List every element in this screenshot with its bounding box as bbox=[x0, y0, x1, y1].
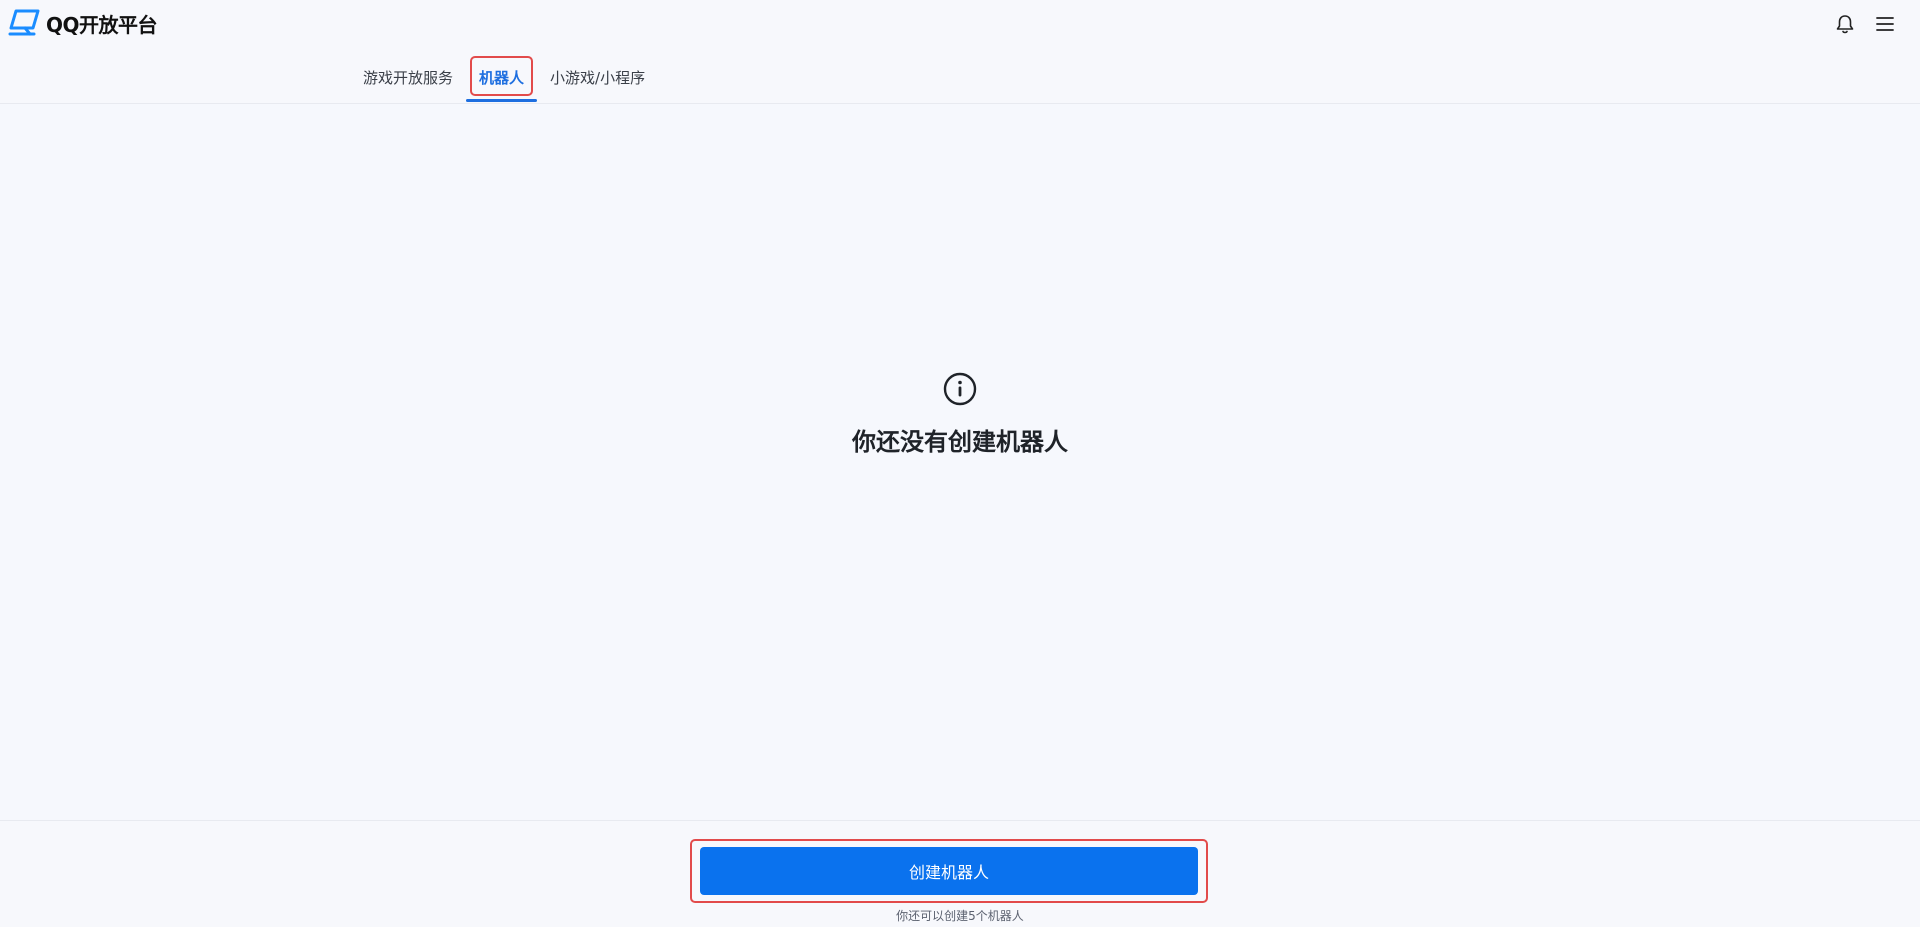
logo-text: QQ开放平台 bbox=[46, 12, 158, 37]
menu-icon-graphic bbox=[1876, 17, 1894, 31]
qq-logo-icon bbox=[8, 9, 40, 36]
empty-state-title: 你还没有创建机器人 bbox=[852, 428, 1068, 456]
main-content: 你还没有创建机器人 bbox=[0, 104, 1920, 820]
bottom-action-bar: 创建机器人 你还可以创建5个机器人 bbox=[0, 820, 1920, 927]
create-button-highlight: 创建机器人 bbox=[690, 839, 1208, 903]
top-header: QQ开放平台 游戏开放服务 机器人 小游戏/小程序 bbox=[0, 0, 1920, 104]
tab-game-open-service[interactable]: 游戏开放服务 bbox=[350, 56, 466, 102]
hamburger-menu-icon[interactable] bbox=[1872, 11, 1898, 37]
bell-icon-graphic bbox=[1836, 15, 1854, 34]
header-actions bbox=[1818, 11, 1898, 37]
tab-robot[interactable]: 机器人 bbox=[466, 56, 538, 102]
info-circle-icon bbox=[943, 372, 977, 406]
main-tabs: 游戏开放服务 机器人 小游戏/小程序 bbox=[350, 56, 658, 102]
highlight-box bbox=[470, 56, 534, 96]
tab-mini-game-mini-program[interactable]: 小游戏/小程序 bbox=[537, 56, 658, 102]
create-robot-button[interactable]: 创建机器人 bbox=[700, 847, 1198, 895]
empty-state: 你还没有创建机器人 bbox=[0, 372, 1920, 457]
bell-icon[interactable] bbox=[1832, 11, 1858, 37]
qq-open-platform-logo[interactable]: QQ开放平台 bbox=[8, 8, 158, 38]
tab-label: 游戏开放服务 bbox=[363, 69, 454, 87]
tab-label: 小游戏/小程序 bbox=[550, 69, 646, 87]
remaining-quota-text: 你还可以创建5个机器人 bbox=[896, 909, 1024, 923]
